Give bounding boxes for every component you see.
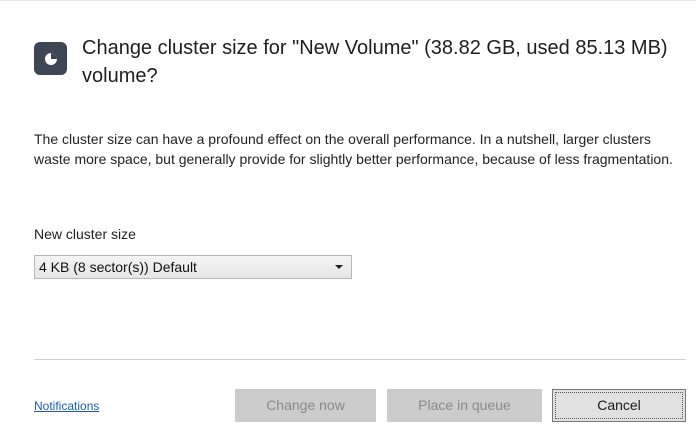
notifications-link[interactable]: Notifications — [34, 398, 99, 414]
footer-divider — [34, 359, 686, 360]
cluster-size-selected-value: 4 KB (8 sector(s)) Default — [39, 259, 197, 275]
cluster-size-description: The cluster size can have a profound eff… — [34, 131, 673, 167]
dialog-top-border — [0, 0, 696, 1]
cluster-size-dropdown[interactable]: 4 KB (8 sector(s)) Default — [34, 255, 352, 279]
change-cluster-size-dialog: Change cluster size for "New Volume" (38… — [0, 0, 696, 439]
dialog-title: Change cluster size for "New Volume" (38… — [82, 37, 668, 87]
disk-clock-icon — [34, 42, 67, 75]
place-in-queue-button[interactable]: Place in queue — [387, 389, 542, 422]
cancel-button[interactable]: Cancel — [552, 389, 686, 422]
cluster-size-label: New cluster size — [34, 226, 136, 242]
dialog-header: Change cluster size for "New Volume" (38… — [34, 34, 686, 90]
change-now-button[interactable]: Change now — [235, 389, 376, 422]
chevron-down-icon — [335, 265, 343, 269]
